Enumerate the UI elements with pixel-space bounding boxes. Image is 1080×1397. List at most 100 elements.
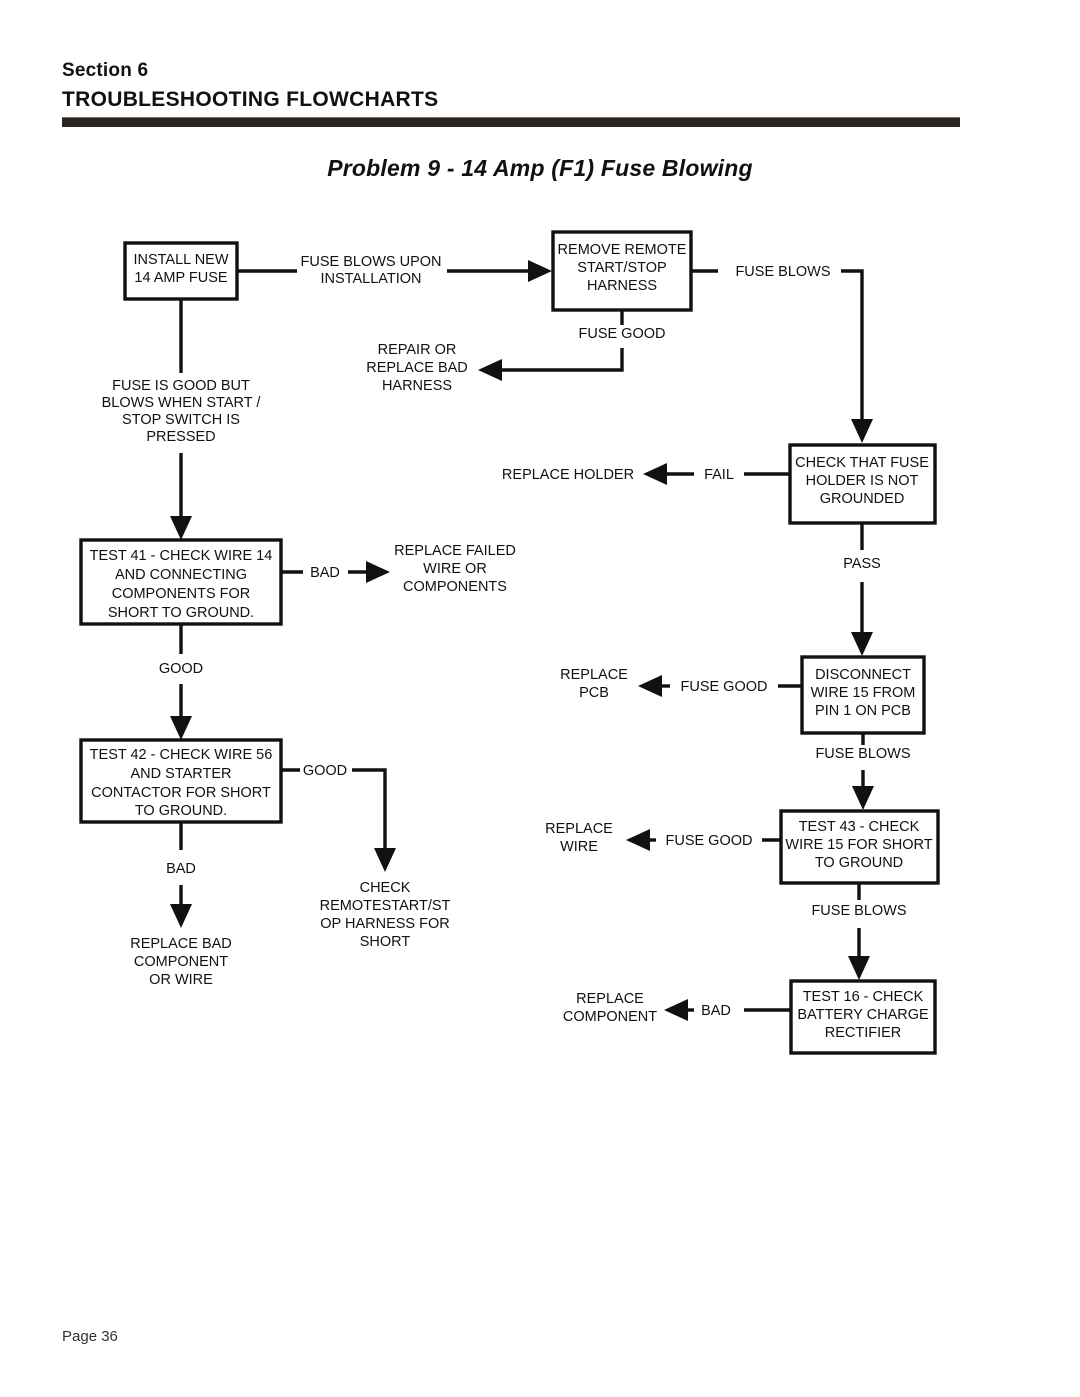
- terminal-repair-or-replace-harness: REPAIR OR REPLACE BAD HARNESS: [366, 342, 468, 394]
- terminal-replace-failed-line-1: WIRE OR: [423, 561, 487, 577]
- terminal-check-remote-line-2: OP HARNESS FOR: [320, 916, 449, 932]
- arrowhead-to-check-holder: [851, 419, 873, 443]
- node-remove-remote-harness-line-1: START/STOP: [577, 260, 666, 276]
- document-page: Section 6 TROUBLESHOOTING FLOWCHARTS Pro…: [0, 0, 1080, 1397]
- terminal-replace-pcb-line-0: REPLACE: [560, 667, 628, 683]
- node-install-new-fuse: INSTALL NEW 14 AMP FUSE: [123, 241, 239, 301]
- arrowhead-to-replace-bad-component: [170, 904, 192, 928]
- arrowhead-to-replace-holder: [643, 463, 667, 485]
- terminal-replace-bad-component-line-0: REPLACE BAD: [130, 936, 232, 952]
- arrowhead-to-replace-failed: [366, 561, 390, 583]
- terminal-fuse-good-but-line-0: FUSE IS GOOD BUT: [112, 378, 250, 394]
- edge-label-bad-16: BAD: [701, 1003, 731, 1019]
- arrowhead-to-remove-harness: [528, 260, 552, 282]
- terminal-fuse-good-but-line-2: STOP SWITCH IS: [122, 412, 240, 428]
- page-footer: Page 36: [62, 1328, 118, 1345]
- edge-fuse-blows-1-path: [841, 269, 864, 423]
- troubleshooting-flowchart: INSTALL NEW 14 AMP FUSE FUSE BLOWS UPON …: [0, 210, 1080, 1090]
- edge-label-fuse-blows-upon-installation-1: INSTALLATION: [321, 271, 422, 287]
- node-test-43-line-0: TEST 43 - CHECK: [799, 819, 920, 835]
- arrowhead-to-test42: [170, 716, 192, 740]
- section-title: TROUBLESHOOTING FLOWCHARTS: [62, 87, 439, 111]
- terminal-replace-component: REPLACE COMPONENT: [563, 991, 657, 1025]
- terminal-replace-holder: REPLACE HOLDER: [502, 467, 634, 483]
- node-test-42-line-0: TEST 42 - CHECK WIRE 56: [90, 747, 273, 763]
- edge-label-bad-41: BAD: [310, 565, 340, 581]
- arrowhead-to-test16: [848, 956, 870, 980]
- arrowhead-to-test41: [170, 516, 192, 540]
- node-test-16: TEST 16 - CHECK BATTERY CHARGE RECTIFIER: [789, 979, 937, 1055]
- node-disconnect-wire-15-line-0: DISCONNECT: [815, 667, 911, 683]
- terminal-replace-bad-component-line-2: OR WIRE: [149, 972, 213, 988]
- node-remove-remote-harness-line-2: HARNESS: [587, 278, 657, 294]
- terminal-replace-failed-wire: REPLACE FAILED WIRE OR COMPONENTS: [394, 543, 516, 595]
- terminal-fuse-good-but-line-1: BLOWS WHEN START /: [102, 395, 262, 411]
- terminal-replace-component-line-1: COMPONENT: [563, 1009, 657, 1025]
- node-check-fuse-holder-line-2: GROUNDED: [820, 491, 905, 507]
- terminal-replace-wire: REPLACE WIRE: [545, 821, 613, 855]
- node-test-42-line-1: AND STARTER: [131, 766, 232, 782]
- edge-label-pass: PASS: [843, 556, 881, 572]
- node-test-16-line-0: TEST 16 - CHECK: [803, 989, 924, 1005]
- node-test-42-line-2: CONTACTOR FOR SHORT: [91, 785, 271, 801]
- terminal-fuse-good-but-line-3: PRESSED: [146, 429, 215, 445]
- node-test-43-line-1: WIRE 15 FOR SHORT: [785, 837, 932, 853]
- edge-label-fuse-good-43: FUSE GOOD: [665, 833, 752, 849]
- node-test-43-line-2: TO GROUND: [815, 855, 903, 871]
- node-test-41-line-2: COMPONENTS FOR: [112, 586, 251, 602]
- node-test-16-line-1: BATTERY CHARGE: [797, 1007, 929, 1023]
- edge-label-fuse-good-1: FUSE GOOD: [578, 326, 665, 342]
- terminal-check-remote-line-1: REMOTESTART/ST: [320, 898, 451, 914]
- node-test-16-line-2: RECTIFIER: [825, 1025, 902, 1041]
- arrowhead-to-disconnect-wire15: [851, 632, 873, 656]
- node-test-41-line-0: TEST 41 - CHECK WIRE 14: [90, 548, 273, 564]
- terminal-replace-failed-line-0: REPLACE FAILED: [394, 543, 516, 559]
- page-title: Problem 9 - 14 Amp (F1) Fuse Blowing: [327, 155, 753, 181]
- node-test-42-line-3: TO GROUND.: [135, 803, 227, 819]
- node-test-41-line-1: AND CONNECTING: [115, 567, 247, 583]
- node-remove-remote-harness: REMOVE REMOTE START/STOP HARNESS: [551, 230, 693, 312]
- terminal-replace-wire-line-1: WIRE: [560, 839, 598, 855]
- arrowhead-to-check-remote-harness: [374, 848, 396, 872]
- terminal-check-remote-line-0: CHECK: [360, 880, 411, 896]
- arrowhead-to-repair-harness: [478, 359, 502, 381]
- node-test-41: TEST 41 - CHECK WIRE 14 AND CONNECTING C…: [79, 538, 283, 626]
- node-test-42: TEST 42 - CHECK WIRE 56 AND STARTER CONT…: [79, 738, 283, 824]
- terminal-replace-bad-component: REPLACE BAD COMPONENT OR WIRE: [130, 936, 232, 988]
- edge-label-fuse-blows-3: FUSE BLOWS: [811, 903, 906, 919]
- edge-label-good-41: GOOD: [159, 661, 203, 677]
- terminal-fuse-good-but-blows: FUSE IS GOOD BUT BLOWS WHEN START / STOP…: [102, 378, 262, 445]
- terminal-replace-component-line-0: REPLACE: [576, 991, 644, 1007]
- terminal-repair-harness-line-1: REPLACE BAD: [366, 360, 468, 376]
- terminal-replace-wire-line-0: REPLACE: [545, 821, 613, 837]
- terminal-replace-failed-line-2: COMPONENTS: [403, 579, 507, 595]
- edge-label-bad-42: BAD: [166, 861, 196, 877]
- node-remove-remote-harness-line-0: REMOVE REMOTE: [558, 242, 687, 258]
- terminal-replace-pcb-line-1: PCB: [579, 685, 609, 701]
- node-test-41-line-3: SHORT TO GROUND.: [108, 605, 254, 621]
- arrowhead-to-replace-component: [664, 999, 688, 1021]
- terminal-repair-harness-line-0: REPAIR OR: [378, 342, 457, 358]
- edge-fuse-good-1-path: [500, 348, 624, 372]
- edge-label-fuse-blows-2: FUSE BLOWS: [815, 746, 910, 762]
- node-check-fuse-holder-line-1: HOLDER IS NOT: [806, 473, 919, 489]
- section-label: Section 6: [62, 60, 149, 81]
- page-header: Section 6 TROUBLESHOOTING FLOWCHARTS: [62, 58, 962, 114]
- node-disconnect-wire-15-line-2: PIN 1 ON PCB: [815, 703, 911, 719]
- node-install-new-fuse-line-0: INSTALL NEW: [133, 252, 228, 268]
- arrowhead-to-test43: [852, 786, 874, 810]
- edge-label-fail: FAIL: [704, 467, 734, 483]
- arrowhead-to-replace-pcb: [638, 675, 662, 697]
- node-disconnect-wire-15-line-1: WIRE 15 FROM: [811, 685, 916, 701]
- arrowhead-to-replace-wire: [626, 829, 650, 851]
- edge-label-fuse-blows-1: FUSE BLOWS: [735, 264, 830, 280]
- edge-label-fuse-blows-upon-installation-0: FUSE BLOWS UPON: [301, 254, 442, 270]
- node-check-fuse-holder: CHECK THAT FUSE HOLDER IS NOT GROUNDED: [788, 443, 937, 525]
- terminal-repair-harness-line-2: HARNESS: [382, 378, 452, 394]
- header-divider: [62, 117, 960, 127]
- node-disconnect-wire-15: DISCONNECT WIRE 15 FROM PIN 1 ON PCB: [800, 655, 926, 735]
- edge-label-fuse-good-pcb: FUSE GOOD: [680, 679, 767, 695]
- node-install-new-fuse-line-1: 14 AMP FUSE: [134, 270, 228, 286]
- terminal-replace-bad-component-line-1: COMPONENT: [134, 954, 228, 970]
- terminal-check-remote-line-3: SHORT: [360, 934, 411, 950]
